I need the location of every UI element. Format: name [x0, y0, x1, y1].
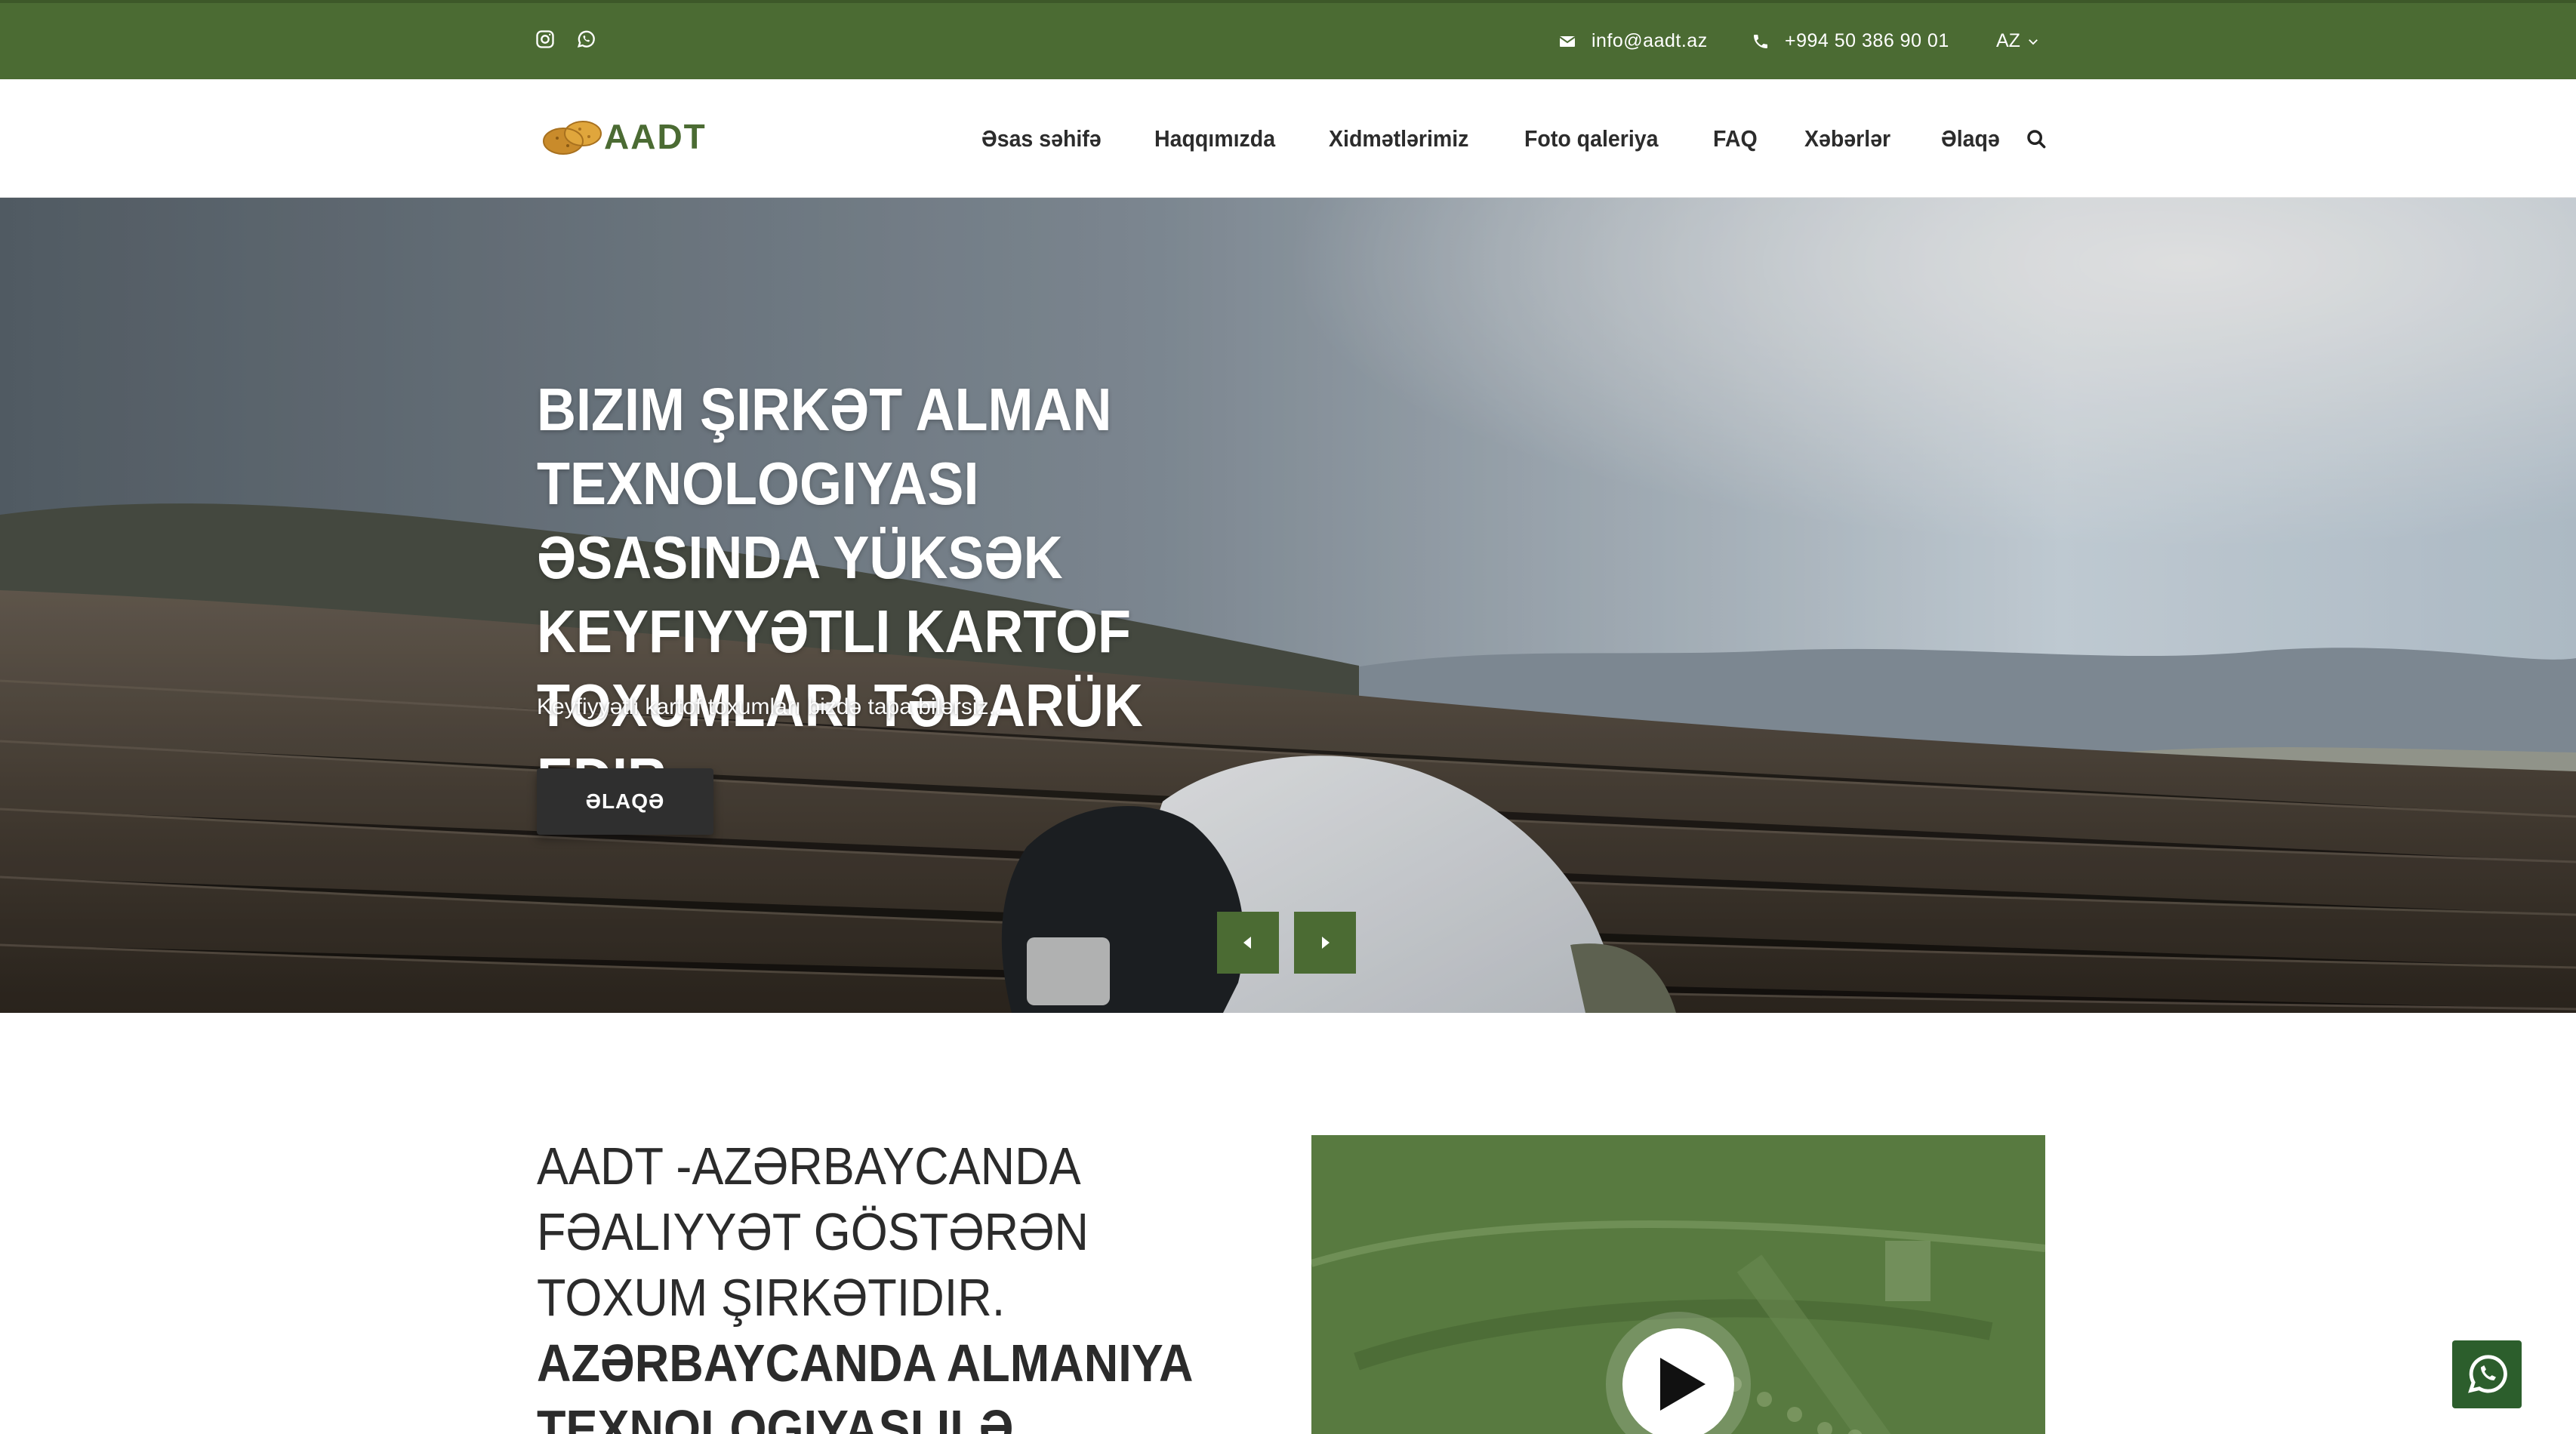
- logo-text: AADT: [604, 117, 707, 156]
- language-selector[interactable]: AZ: [1996, 3, 2040, 79]
- instagram-link[interactable]: [535, 29, 556, 50]
- instagram-icon: [536, 30, 554, 48]
- page: info@aadt.az +994 50 386 90 01 AZ AADT Ə…: [0, 0, 2576, 1434]
- hero-slider: Bizim şirkət alman texnologiyası əsasınd…: [0, 198, 2576, 1013]
- chevron-down-icon: [2029, 38, 2038, 45]
- nav-news[interactable]: Xəbərlər: [1804, 125, 1890, 152]
- email-text: info@aadt.az: [1592, 30, 1708, 51]
- phone-icon: [1754, 34, 1767, 48]
- slider-next-button[interactable]: [1294, 912, 1356, 974]
- social-links: [535, 29, 596, 50]
- play-icon: [1660, 1358, 1706, 1411]
- language-label: AZ: [1996, 30, 2020, 51]
- whatsapp-float-button[interactable]: [2452, 1340, 2522, 1408]
- envelope-icon: [1559, 35, 1576, 47]
- hero-background-image: [0, 198, 2576, 1013]
- nav-services[interactable]: Xidmətlərimiz: [1329, 125, 1468, 152]
- search-icon[interactable]: [2025, 128, 2048, 150]
- hero-subtitle: Keyfiyyətli kartof toxumları bizdə tapa …: [537, 694, 1002, 719]
- about-heading-bold: Azərbaycanda Almaniya texnologiyası ilə: [537, 1334, 1192, 1434]
- caret-right-icon: [1322, 937, 1330, 949]
- top-bar: info@aadt.az +994 50 386 90 01 AZ: [0, 0, 2576, 79]
- site-header: AADT Əsas səhifə Haqqımızda Xidmətlərimi…: [0, 79, 2576, 198]
- about-section: AADT -Azərbaycanda fəaliyyət göstərən to…: [0, 1013, 2576, 1434]
- about-heading-light: AADT -Azərbaycanda fəaliyyət göstərən to…: [537, 1137, 1089, 1327]
- hero-title: Bizim şirkət alman texnologiyası əsasınd…: [537, 376, 1143, 813]
- play-button[interactable]: [1622, 1328, 1734, 1434]
- slider-prev-button[interactable]: [1217, 912, 1279, 974]
- potato-logo-icon: [543, 121, 602, 155]
- nav-gallery[interactable]: Foto qaleriya: [1524, 125, 1659, 152]
- nav-contact[interactable]: Əlaqə: [1941, 125, 2000, 152]
- whatsapp-link[interactable]: [575, 29, 596, 50]
- about-heading: AADT -Azərbaycanda fəaliyyət göstərən to…: [537, 1134, 1216, 1434]
- nav-about[interactable]: Haqqımızda: [1154, 125, 1275, 152]
- caret-left-icon: [1243, 937, 1251, 949]
- phone-contact[interactable]: +994 50 386 90 01: [1752, 3, 1949, 79]
- phone-text: +994 50 386 90 01: [1785, 30, 1949, 51]
- nav-home[interactable]: Əsas səhifə: [981, 125, 1102, 152]
- main-nav: Əsas səhifə Haqqımızda Xidmətlərimiz Fot…: [981, 79, 2048, 198]
- contact-button[interactable]: ƏLAQƏ: [537, 768, 713, 835]
- whatsapp-icon: [577, 30, 595, 48]
- email-contact[interactable]: info@aadt.az: [1558, 3, 1708, 79]
- logo[interactable]: AADT: [541, 114, 707, 159]
- about-video[interactable]: [1311, 1135, 2045, 1434]
- whatsapp-icon: [2468, 1355, 2507, 1393]
- nav-faq[interactable]: FAQ: [1713, 125, 1758, 152]
